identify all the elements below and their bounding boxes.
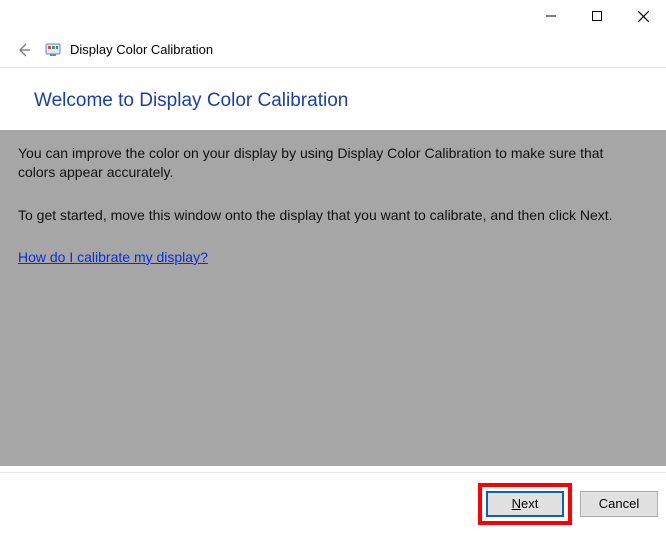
intro-paragraph-1: You can improve the color on your displa… — [18, 144, 638, 182]
page-heading: Welcome to Display Color Calibration — [34, 90, 632, 112]
next-button-highlight: Next — [478, 483, 572, 525]
content-area: You can improve the color on your displa… — [0, 130, 666, 466]
header: Display Color Calibration — [0, 32, 666, 68]
maximize-button[interactable] — [574, 0, 620, 32]
minimize-button[interactable] — [528, 0, 574, 32]
close-button[interactable] — [620, 0, 666, 32]
next-button-mnemonic: N — [512, 496, 521, 511]
next-button[interactable]: Next — [486, 491, 564, 517]
help-link[interactable]: How do I calibrate my display? — [18, 249, 208, 265]
footer: Next Cancel — [0, 472, 666, 534]
window-title: Display Color Calibration — [70, 42, 213, 57]
next-button-rest: ext — [521, 496, 538, 511]
intro-paragraph-2: To get started, move this window onto th… — [18, 206, 638, 225]
cancel-button[interactable]: Cancel — [580, 491, 658, 517]
app-icon — [44, 41, 62, 59]
heading-section: Welcome to Display Color Calibration — [0, 68, 666, 130]
back-button[interactable] — [10, 36, 38, 64]
titlebar — [0, 0, 666, 32]
